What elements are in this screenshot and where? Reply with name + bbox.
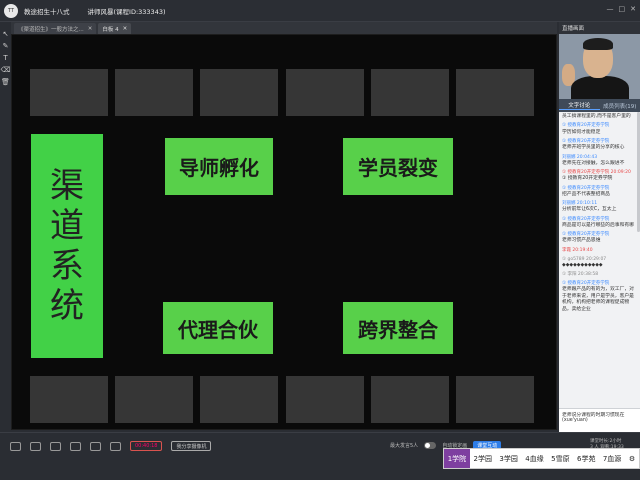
screen-share-icon[interactable] (50, 441, 61, 451)
auto-lock-toggle[interactable] (424, 442, 437, 449)
chat-message: 员工搞课程里的,而不是客户里的 (562, 114, 637, 120)
placeholder-box (30, 69, 108, 116)
app-logo-icon: TT (4, 3, 18, 18)
chat-message: ① 授教育20开定券学院 老师开班学员里的分享的核心 (562, 139, 637, 152)
title-char: 道 (50, 205, 84, 246)
chat-message: 刘丽娜 20:04:43 老师先在对接触，怎么跟进不 (562, 155, 637, 168)
tab-ppt[interactable]: 《渠道招生》一般方法之... ✕ (14, 23, 97, 34)
chat-text: 分析前年让6次C，互太上 (562, 207, 617, 213)
chat-text: 老师先在对接触，怎么跟进不 (562, 160, 625, 166)
ime-candidate[interactable]: 6学苑 (573, 454, 599, 464)
chat-message: ① 李阳 20:38:58 (562, 272, 637, 278)
placeholder-box (371, 376, 449, 423)
video-header: 直播画面 (559, 22, 640, 34)
tab-text-discussion[interactable]: 文字讨论 (559, 101, 600, 110)
ime-candidate-bar: 1学院 2学园 3学园 4血缘 5雪原 6学苑 7血源 ⚙ (443, 448, 640, 469)
chat-message: ① go5789 20:29:07 ◆◆◆◆◆◆◆◆◆◆◆ (562, 257, 637, 270)
chat-text: 员工搞课程里的,而不是客户里的 (562, 114, 631, 119)
title-char: 渠 (50, 165, 84, 206)
chat-message: 刘丽娜 20:10:11 分析前年让6次C，互太上 (562, 201, 637, 214)
chat-text: 老师跟产品的有的为，双工厂，对于老师来说，用户是学员，客户是机构，机构把老师的课… (562, 287, 634, 312)
placeholder-box (456, 376, 534, 423)
close-icon[interactable]: ✕ (123, 26, 128, 32)
placeholder-box (200, 376, 278, 423)
mic-icon[interactable] (30, 441, 41, 451)
ime-candidate[interactable]: 4血缘 (522, 454, 548, 464)
gear-icon[interactable]: ⚙ (625, 455, 639, 463)
title-char: 系 (50, 246, 84, 286)
box-agent-partner: 代理合伙 (163, 302, 273, 354)
room-title: 讲师风暴(课程ID:333343) (87, 7, 166, 16)
right-panel: 直播画面 文字讨论 成员列表(19) 员工搞课程里的,而不是客户里的 ① 授教育2… (559, 22, 640, 432)
minimize-button[interactable]: — (607, 5, 614, 13)
box-student-fission: 学员裂变 (343, 138, 453, 195)
share-camera-button[interactable]: 我分享摄像机 (171, 441, 212, 451)
chat-text: 老师开班学员里的分享的核心 (562, 145, 625, 151)
close-button[interactable]: ✕ (630, 5, 636, 13)
placeholder-box (371, 69, 449, 116)
chat-input[interactable]: 老师说分课程的时期习惯现在(xue'yuan) (559, 408, 640, 432)
tab-whiteboard[interactable]: 白板 4 ✕ (98, 23, 132, 34)
chat-text: 商品是可以是行哪些的后事和有哪 (562, 222, 634, 228)
chat-text: 老师习惯产品思维 (562, 238, 601, 244)
chat-text: ① 授教育20开定券学院 (562, 176, 613, 182)
tool-sidebar: ↖ ✎ T ⌫ 🗑 (0, 22, 11, 432)
image-icon[interactable] (110, 441, 121, 451)
maximize-button[interactable]: □ (619, 5, 626, 13)
ime-candidate[interactable]: 2学园 (470, 454, 496, 464)
chat-sender: ① 李阳 20:38:58 (562, 272, 599, 278)
camera-icon[interactable] (10, 441, 21, 451)
window-controls: — □ ✕ (607, 5, 637, 13)
box-crossover-integration: 跨界整合 (343, 302, 453, 354)
tab-label: 《渠道招生》一般方法之... (18, 26, 84, 33)
slide-canvas: 渠 道 系 统 导师孵化 学员裂变 代理合伙 跨界整合 (11, 34, 557, 430)
chat-message: ① 授教育20开定券学院 20:09:20 ① 授教育20开定券学院 (562, 170, 637, 183)
placeholder-box (115, 376, 193, 423)
chat-tabs: 文字讨论 成员列表(19) (559, 99, 640, 112)
placeholder-box (115, 69, 193, 116)
teacher-video[interactable] (559, 34, 640, 99)
placeholder-box (30, 376, 108, 423)
channel-system-title: 渠 道 系 统 (31, 134, 103, 358)
tab-label: 白板 4 (102, 26, 119, 33)
chat-text: 学历如何才能稳定 (562, 129, 601, 135)
chat-message: ① 授教育20开定券学院 商品是可以是行哪些的后事和有哪 (562, 217, 637, 230)
hair-shape (583, 38, 613, 50)
box-mentor-incubation: 导师孵化 (165, 138, 273, 195)
pen-icon[interactable]: ✎ (3, 42, 9, 50)
chat-text: ◆◆◆◆◆◆◆◆◆◆◆ (562, 262, 603, 268)
app-title: 教途招生十八式 (24, 7, 70, 16)
record-button[interactable]: 00:40:18 (130, 441, 163, 451)
duration-text: 课堂时长:2小时 (590, 439, 622, 444)
chat-message: 李霞 20:19:40 (562, 248, 637, 254)
close-icon[interactable]: ✕ (88, 26, 93, 32)
placeholder-box (286, 376, 364, 423)
title-char: 统 (50, 286, 84, 327)
pointer-icon[interactable]: ↖ (3, 30, 9, 38)
trash-icon[interactable]: 🗑 (1, 78, 10, 86)
chat-message-list[interactable]: 员工搞课程里的,而不是客户里的 ① 授教育20开定券学院 学历如何才能稳定 ① 授教育… (559, 112, 640, 408)
title-bar: TT 教途招生十八式 讲师风暴(课程ID:333343) — □ ✕ (0, 0, 640, 22)
chat-message: ① 授教育20开定券学院 招产品不代表整招商品 (562, 186, 637, 199)
chat-text: 招产品不代表整招商品 (562, 191, 610, 197)
music-icon[interactable] (70, 441, 81, 451)
ime-candidate[interactable]: 1学院 (444, 449, 470, 468)
placeholder-box (200, 69, 278, 116)
folder-icon[interactable] (90, 441, 101, 451)
chat-message: ① 授教育20开定券学院 老师习惯产品思维 (562, 232, 637, 245)
ime-candidate[interactable]: 7血源 (599, 454, 625, 464)
tab-member-list[interactable]: 成员列表(19) (600, 102, 640, 110)
ime-candidate[interactable]: 3学园 (496, 454, 522, 464)
text-icon[interactable]: T (3, 54, 7, 62)
placeholder-box (286, 69, 364, 116)
doc-tab-bar: 《渠道招生》一般方法之... ✕ 白板 4 ✕ (11, 22, 557, 34)
placeholder-box (456, 69, 534, 116)
chat-message: ① 授教育20开定券学院 学历如何才能稳定 (562, 123, 637, 136)
max-speakers-label: 最大发言5人 (390, 443, 419, 449)
ime-candidate[interactable]: 5雪原 (547, 454, 573, 464)
eraser-icon[interactable]: ⌫ (1, 66, 11, 74)
body-shape (571, 76, 629, 99)
chat-message: ① 授教育20开定券学院 老师跟产品的有的为，双工厂，对于老师来说，用户是学员，客… (562, 281, 637, 313)
chat-sender: 李霞 20:19:40 (562, 247, 593, 253)
